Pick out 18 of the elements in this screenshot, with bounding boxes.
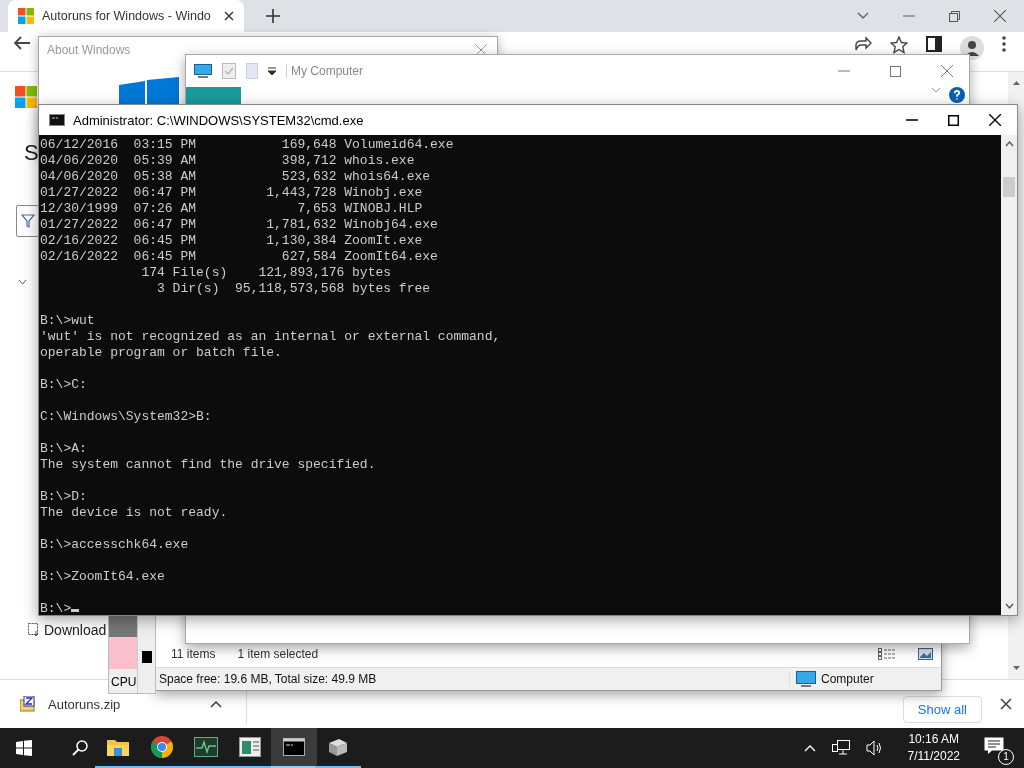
clock[interactable]: 10:16 AM 7/11/2022 [907, 731, 960, 765]
status-text: 11 items [171, 647, 216, 661]
console-output: 06/12/2016 03:15 PM 169,648 Volumeid64.exe 04/06/2020 05:39 AM 398,712 whois.exe 04/06/2020 05:38 AM 523,632 whois64.exe 01/27/2022 06:47 PM 1,443,728 Winobj.exe 12/30/1999 07:26 AM 7,653 WINOBJ.HLP 01/27/2022 06:47 PM 1,781,632 Winobj64.exe 02/16/2022 06:45 PM 1,130,384 ZoomIt.exe 02/16/2022 06:45 PM 627,584 ZoomIt64.exe 174 File(s) 121,893,176 bytes 3 Dir(s) 95,118,573,568 bytes free B:\>wut 'wut' is not recognized as an internal or external command, operable program or batch file. B:\>C: C:\Windows\System32>B: B:\>A: The system cannot find the drive specified. B:\>D: The device is not ready. B:\>accesschk64.exe B:\>ZoomIt64.exe B:\> [39, 136, 502, 615]
show-all-button[interactable]: Show all [902, 695, 982, 723]
window-title: Administrator: C:\WINDOWS\SYSTEM32\cmd.exe [73, 112, 364, 128]
browser-tab[interactable]: Autoruns for Windows - Windo [8, 0, 244, 32]
status-text: 1 item selected [237, 647, 319, 661]
clock-time: 10:16 AM [908, 731, 960, 748]
cpu-label: CPU [110, 675, 137, 689]
window-title: My Computer [286, 64, 364, 78]
window-title: About Windows [47, 43, 131, 57]
notification-badge: 1 [998, 749, 1014, 765]
clock-date: 7/11/2022 [907, 748, 960, 765]
download-link[interactable]: Download [28, 622, 107, 638]
download-file-name[interactable]: Autoruns.zip [48, 696, 198, 712]
prompt-text: B:\> [40, 601, 72, 615]
page-heading: S [24, 140, 39, 166]
status-text: Computer [790, 671, 874, 687]
